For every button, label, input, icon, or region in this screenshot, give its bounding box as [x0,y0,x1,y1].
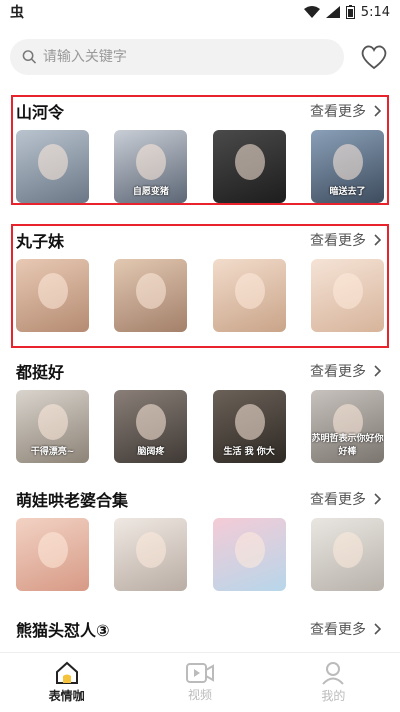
chevron-right-icon [374,623,382,635]
section: 都挺好 查看更多干得漂亮~ 脑阔疼 生活 我 你大 苏明哲表示你好你好棒 [16,356,384,463]
sticker-image [136,532,167,568]
section-header: 萌娃哄老婆合集 查看更多 [16,484,384,514]
view-more-link[interactable]: 查看更多 [310,361,384,381]
sticker-image [136,404,167,440]
sticker-thumbnail[interactable] [310,518,384,591]
search-row [10,38,390,76]
sticker-caption: 苏明哲表示你好你好棒 [311,434,384,457]
user-icon [322,662,345,685]
search-icon [22,50,37,64]
section-title: 萌娃哄老婆合集 [16,491,129,510]
status-time: 5:14 [360,4,390,20]
highlight-box [11,95,389,205]
sticker-thumbnail[interactable] [114,518,188,591]
thumbnail-row: 干得漂亮~ 脑阔疼 生活 我 你大 苏明哲表示你好你好棒 [16,390,384,463]
view-more-label: 查看更多 [310,492,366,508]
bottom-tab-bar: 表情咖 视频 我的 [0,652,400,712]
sticker-thumbnail[interactable]: 干得漂亮~ [16,390,89,463]
section-header: 熊猫头怼人③ 查看更多 [16,614,384,644]
sticker-caption: 脑阔疼 [137,447,165,457]
battery-icon [345,5,355,19]
chevron-right-icon [374,493,382,505]
highlight-box [11,224,389,348]
section-header: 都挺好 查看更多 [16,356,384,386]
signal-icon [325,6,340,18]
app-notification-icon: 虫 [10,5,24,21]
search-input[interactable] [42,49,332,65]
status-bar: 虫 5:14 [0,0,400,24]
tab-label: 视频 [187,688,212,702]
sticker-image [234,532,265,568]
section: 萌娃哄老婆合集 查看更多 [16,484,384,591]
section-title: 都挺好 [16,363,65,382]
search-box[interactable] [10,39,344,75]
favorites-heart-icon[interactable] [358,41,390,73]
tab-video[interactable]: 视频 [133,653,266,712]
sticker-image [38,404,68,440]
sticker-caption: 生活 我 你大 [223,447,275,457]
view-more-link[interactable]: 查看更多 [310,619,384,639]
section-title: 熊猫头怼人③ [16,621,110,640]
view-more-label: 查看更多 [310,622,366,638]
view-more-label: 查看更多 [310,364,366,380]
sticker-caption: 干得漂亮~ [30,447,75,457]
wifi-icon [303,6,320,18]
sticker-image [332,532,363,568]
tab-label: 我的 [321,689,346,703]
sticker-thumbnail[interactable]: 生活 我 你大 [212,390,286,463]
sticker-thumbnail[interactable]: 脑阔疼 [114,390,188,463]
tab-profile[interactable]: 我的 [267,653,400,712]
sticker-image [38,532,68,568]
tab-label: 表情咖 [48,689,85,703]
tab-emoji[interactable]: 表情咖 [0,653,133,712]
section: 熊猫头怼人③ 查看更多 [16,614,384,644]
home-icon [55,661,78,684]
sticker-thumbnail[interactable]: 苏明哲表示你好你好棒 [310,390,384,463]
sticker-thumbnail[interactable] [16,518,89,591]
view-more-link[interactable]: 查看更多 [310,489,384,509]
video-icon [185,663,214,683]
sticker-thumbnail[interactable] [212,518,286,591]
thumbnail-row [16,518,384,591]
sticker-image [234,404,265,440]
chevron-right-icon [374,365,382,377]
